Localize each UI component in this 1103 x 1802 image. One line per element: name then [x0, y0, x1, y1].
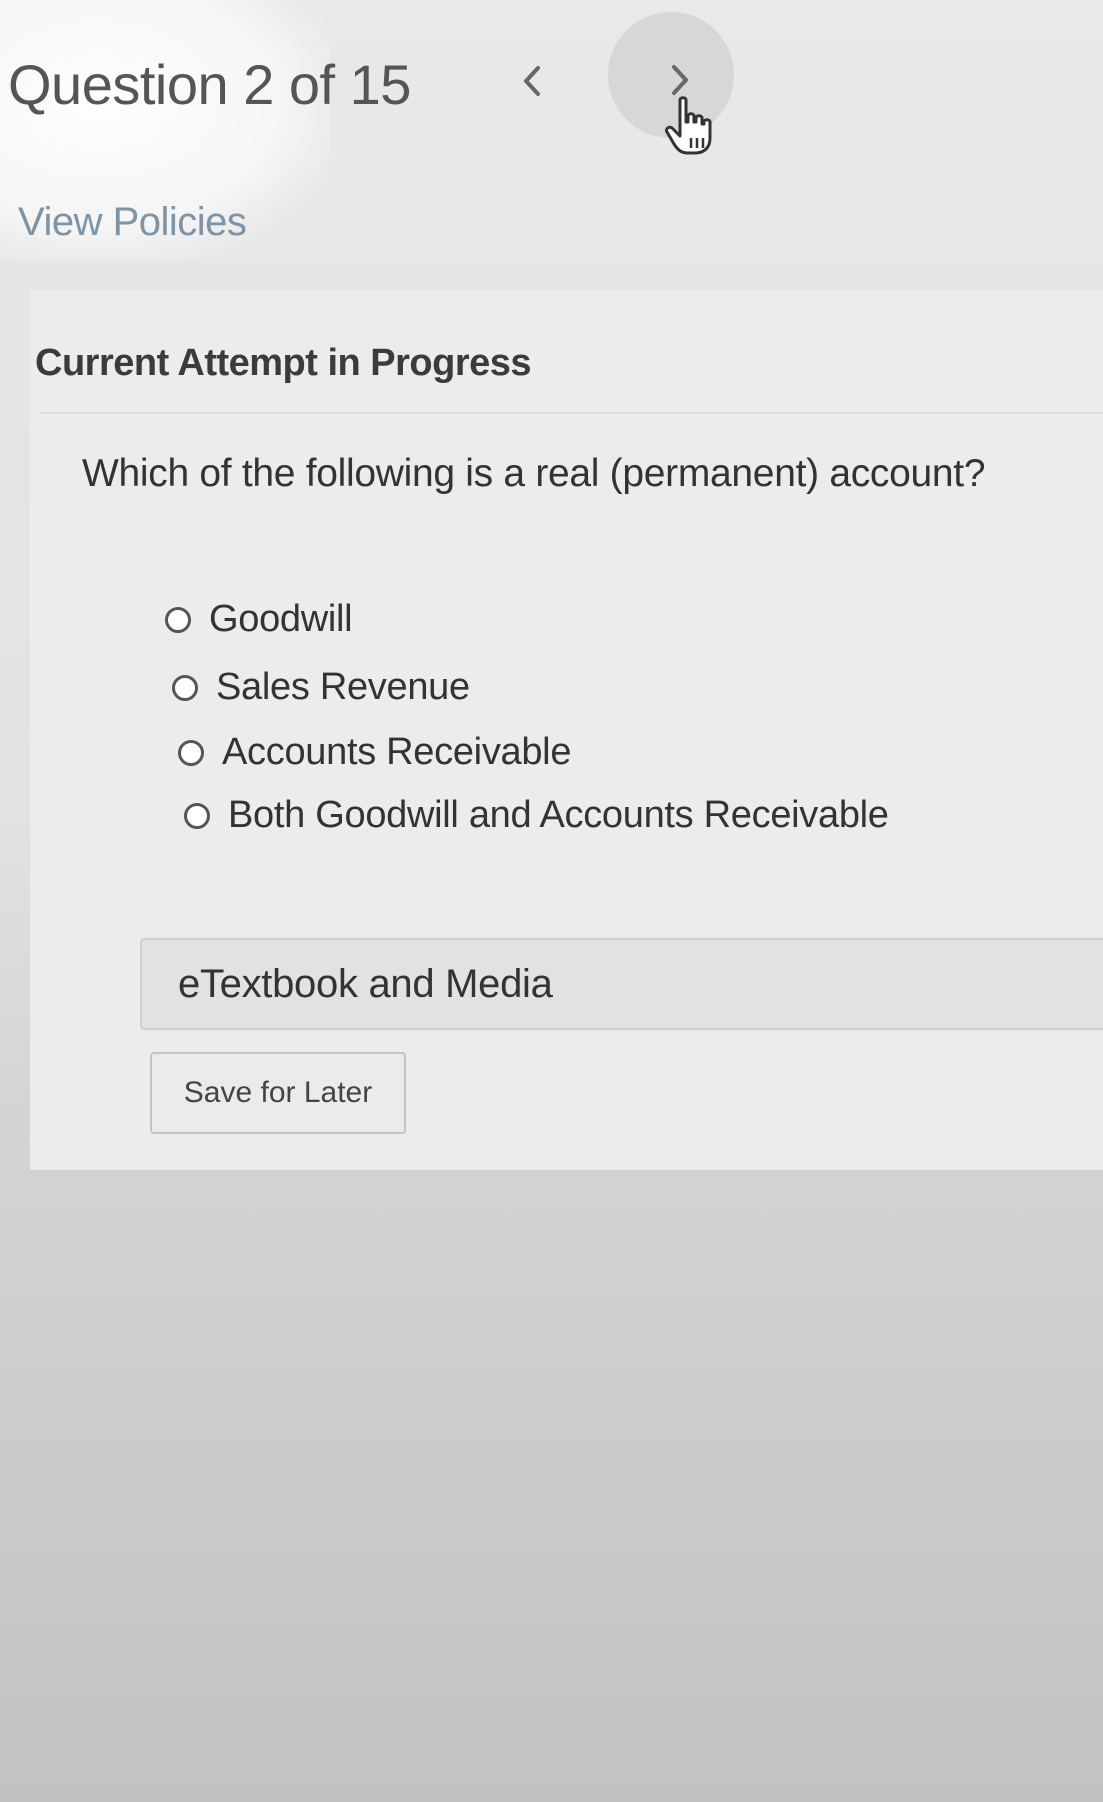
answer-option-goodwill[interactable]: Goodwill — [165, 598, 353, 641]
previous-question-button[interactable] — [512, 58, 552, 108]
radio-button[interactable] — [184, 802, 210, 829]
question-card — [30, 290, 1103, 1170]
option-label: Sales Revenue — [216, 666, 470, 708]
answer-option-sales-revenue[interactable]: Sales Revenue — [172, 666, 470, 709]
question-counter: Question 2 of 15 — [8, 53, 411, 116]
question-header: Question 2 of 15 — [0, 0, 1103, 175]
save-for-later-button[interactable]: Save for Later — [150, 1052, 406, 1134]
attempt-status-heading: Current Attempt in Progress — [35, 342, 532, 384]
chevron-left-icon — [520, 63, 544, 104]
hand-pointer-icon — [662, 96, 718, 156]
etextbook-media-label: eTextbook and Media — [178, 962, 553, 1006]
option-label: Goodwill — [209, 598, 353, 640]
option-label: Both Goodwill and Accounts Receivable — [228, 794, 889, 836]
radio-button[interactable] — [172, 674, 198, 701]
radio-button[interactable] — [165, 606, 191, 633]
answer-option-accounts-receivable[interactable]: Accounts Receivable — [178, 731, 571, 774]
divider — [40, 412, 1103, 414]
option-label: Accounts Receivable — [222, 731, 572, 773]
question-text: Which of the following is a real (perman… — [82, 452, 986, 495]
radio-button[interactable] — [178, 739, 204, 766]
answer-option-both[interactable]: Both Goodwill and Accounts Receivable — [184, 794, 889, 837]
etextbook-media-panel[interactable]: eTextbook and Media — [140, 938, 1103, 1030]
view-policies-link[interactable]: View Policies — [18, 200, 247, 245]
